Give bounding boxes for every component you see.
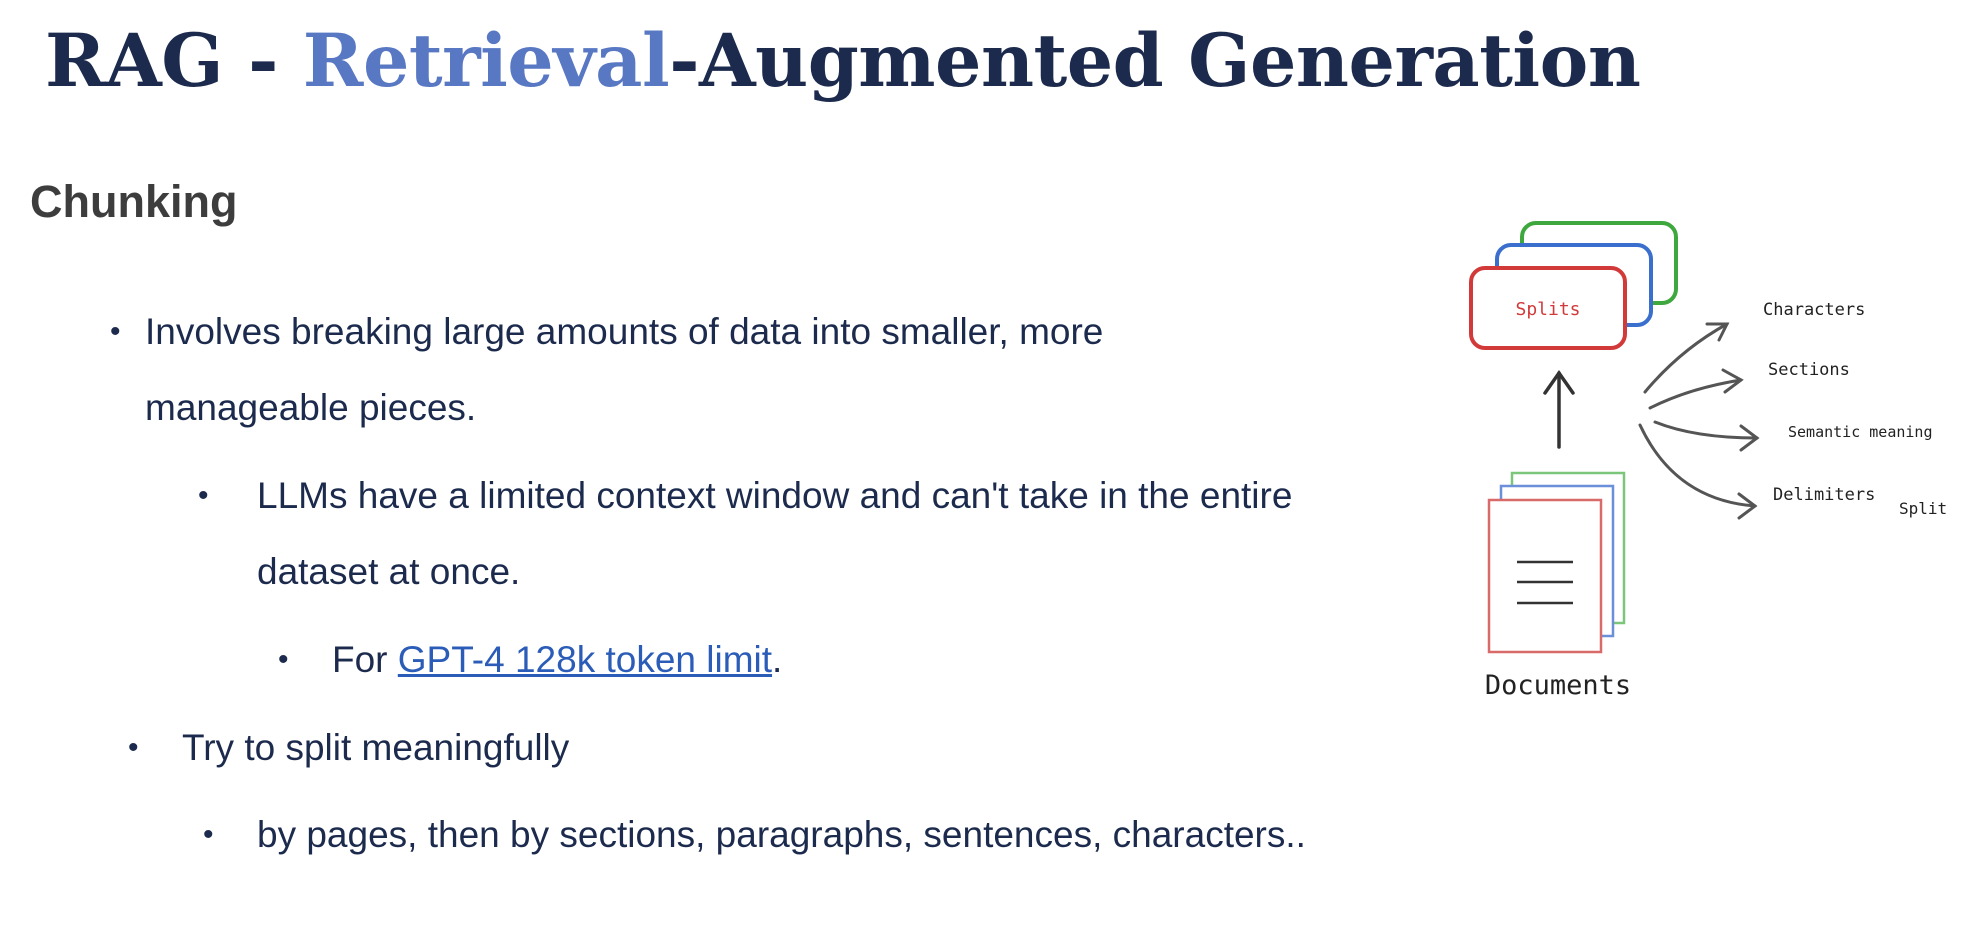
splits-label: Splits	[1515, 299, 1580, 320]
title-accent: Retrieval	[302, 18, 670, 104]
target-semantic-meaning: Semantic meaning	[1788, 423, 1933, 441]
bullet-4: Try to split meaningfully	[182, 727, 570, 768]
documents-label: Documents	[1485, 670, 1631, 701]
bullet-3-suffix: .	[772, 639, 783, 680]
title-part-2: -Augmented Generation	[669, 18, 1641, 104]
title-part-1: RAG -	[45, 18, 303, 104]
bullet-5-marker: •	[203, 818, 214, 851]
bullet-1-marker: •	[110, 315, 121, 348]
document-page-red	[1487, 498, 1603, 654]
bullet-2-marker: •	[198, 479, 209, 512]
slide-title: RAG - Retrieval-Augmented Generation	[45, 18, 1641, 104]
slide-subtitle: Chunking	[30, 176, 238, 227]
gpt4-token-limit-link[interactable]: GPT-4 128k token limit	[398, 639, 772, 680]
bullet-3-marker: •	[278, 643, 289, 676]
arrow-to-sections-icon	[1648, 378, 1743, 410]
target-delimiters: Delimiters	[1773, 485, 1875, 505]
arrow-to-characters-icon	[1643, 322, 1729, 394]
bullet-1-line-2: manageable pieces.	[145, 387, 477, 428]
arrow-up-icon	[1543, 369, 1575, 449]
bullet-4-marker: •	[128, 731, 139, 764]
split-label: Split	[1899, 499, 1947, 518]
bullet-5: by pages, then by sections, paragraphs, …	[257, 814, 1306, 855]
target-characters: Characters	[1763, 300, 1865, 320]
arrow-to-semantic-icon	[1653, 420, 1759, 440]
target-sections: Sections	[1768, 360, 1850, 380]
bullet-2-line-2: dataset at once.	[257, 551, 521, 592]
bullet-1-line-1: Involves breaking large amounts of data …	[145, 311, 1104, 352]
bullet-3-prefix: For	[332, 639, 398, 680]
bullet-2-line-1: LLMs have a limited context window and c…	[257, 475, 1293, 516]
chunking-diagram: Splits Documents Characters Sections Sem…	[1469, 221, 1947, 701]
bullet-3: For GPT-4 128k token limit.	[332, 622, 782, 698]
